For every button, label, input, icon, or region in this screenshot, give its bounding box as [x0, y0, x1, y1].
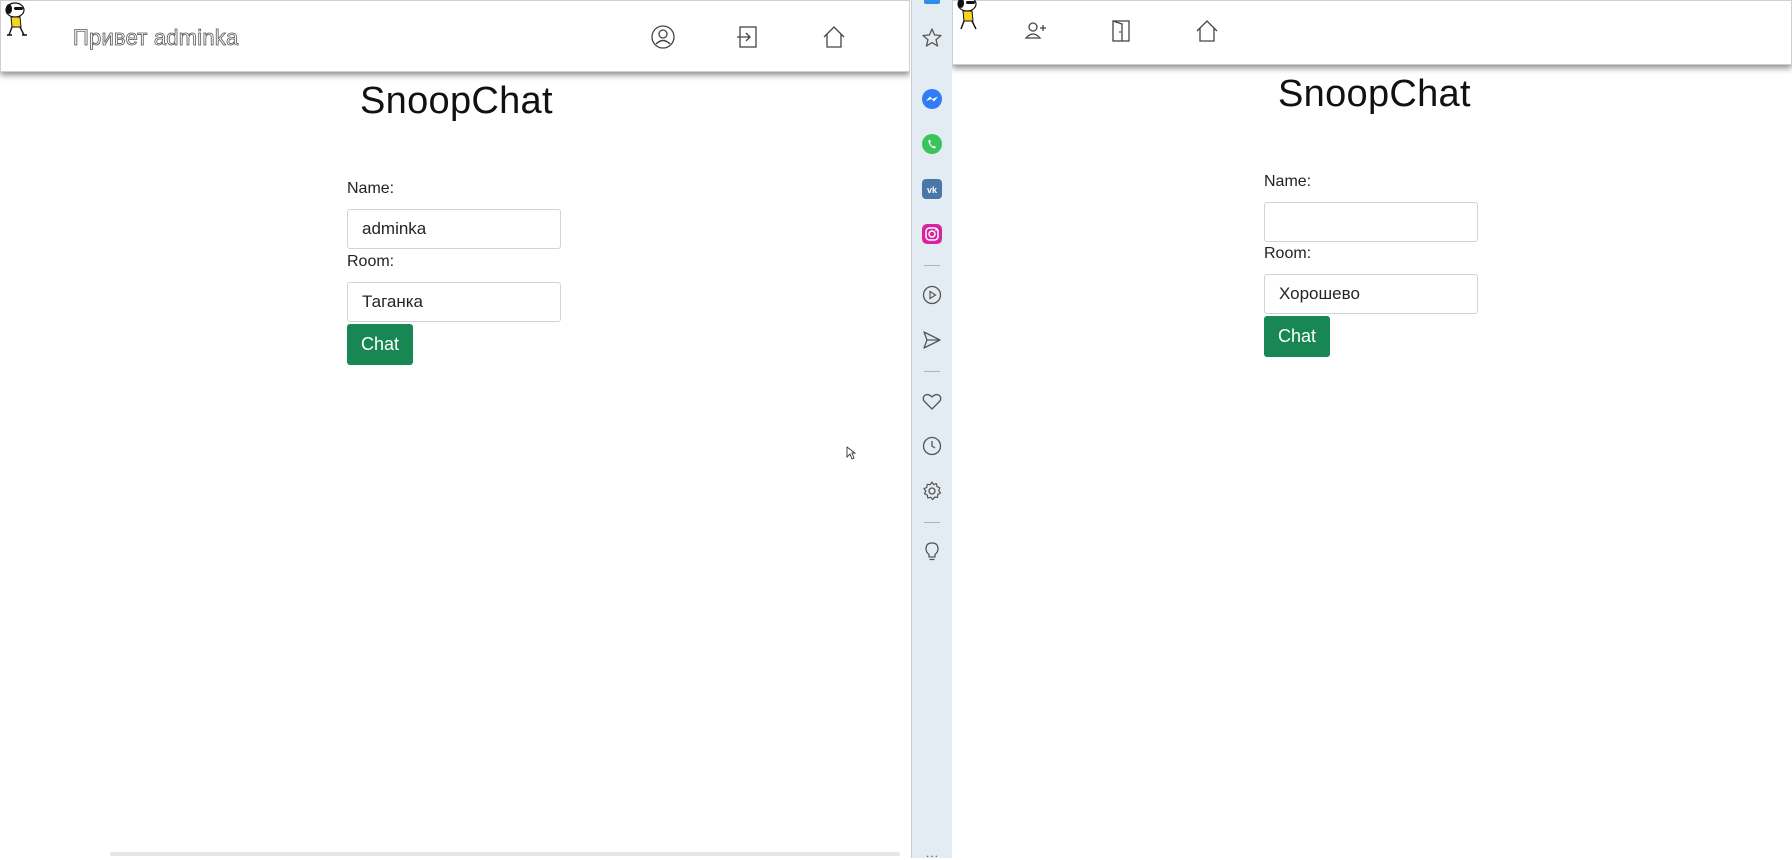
settings-icon[interactable] [920, 479, 944, 503]
browser-sidebar: vk ... [911, 0, 954, 860]
app-title: SnoopChat [1278, 73, 1471, 115]
messenger-icon[interactable] [920, 87, 944, 111]
star-icon[interactable] [920, 26, 944, 50]
left-window: Привет adminka SnoopChat Name: Room: Cha… [0, 0, 910, 858]
vk-icon[interactable]: vk [920, 177, 944, 201]
name-input[interactable] [347, 209, 561, 249]
name-label: Name: [347, 180, 395, 197]
mouse-cursor-icon [846, 446, 857, 460]
logout-icon[interactable] [735, 24, 761, 50]
room-input[interactable] [347, 282, 561, 322]
top-navbar: Привет adminka [0, 0, 910, 72]
home-icon[interactable] [1194, 18, 1220, 44]
player-icon[interactable] [920, 283, 944, 307]
svg-text:vk: vk [927, 185, 938, 195]
heart-icon[interactable] [920, 389, 944, 413]
horizontal-scrollbar[interactable] [110, 852, 900, 856]
name-input[interactable] [1264, 202, 1478, 242]
chat-button[interactable]: Chat [1264, 316, 1330, 357]
user-plus-icon[interactable] [1023, 18, 1049, 44]
chat-button[interactable]: Chat [347, 324, 413, 365]
send-icon[interactable] [920, 328, 944, 352]
user-circle-icon[interactable] [650, 24, 676, 50]
home-icon[interactable] [821, 24, 847, 50]
name-label: Name: [1264, 173, 1312, 190]
instagram-icon[interactable] [920, 222, 944, 246]
greeting-text: Привет adminka [73, 25, 239, 51]
door-icon[interactable] [1108, 18, 1134, 44]
app-title: SnoopChat [360, 80, 553, 122]
snoopy-logo-icon[interactable] [955, 0, 983, 33]
sidebar-divider [924, 265, 940, 266]
bulb-icon[interactable] [920, 540, 944, 564]
history-icon[interactable] [920, 434, 944, 458]
active-indicator [924, 0, 940, 4]
sidebar-divider [924, 522, 940, 523]
right-window: SnoopChat Name: Room: Chat [952, 0, 1792, 858]
room-label: Room: [1264, 245, 1312, 262]
room-label: Room: [347, 253, 395, 270]
whatsapp-icon[interactable] [920, 132, 944, 156]
top-navbar [952, 0, 1792, 65]
room-input[interactable] [1264, 274, 1478, 314]
sidebar-divider [924, 371, 940, 372]
snoopy-logo-icon[interactable] [3, 1, 31, 39]
